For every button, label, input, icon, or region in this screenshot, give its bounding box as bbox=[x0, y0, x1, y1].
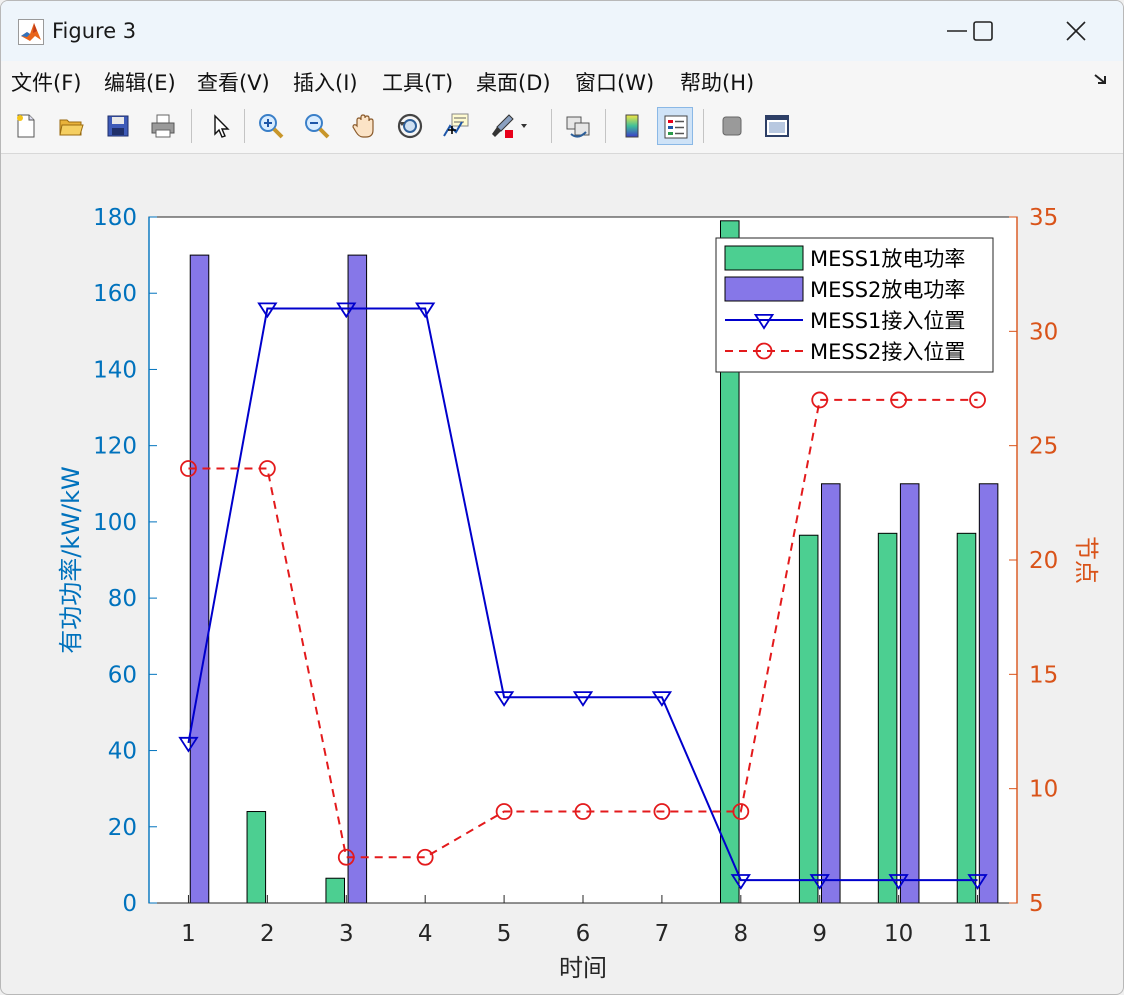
x-tick-label: 2 bbox=[260, 921, 275, 947]
legend-label: MESS1接入位置 bbox=[810, 309, 965, 333]
left-y-tick-label: 60 bbox=[108, 662, 137, 688]
bar-1 bbox=[246, 811, 267, 904]
x-tick-label: 10 bbox=[884, 921, 913, 947]
right-y-tick-label: 15 bbox=[1029, 662, 1058, 688]
x-tick-label: 1 bbox=[181, 921, 196, 947]
bar-1 bbox=[325, 877, 345, 904]
bar-2 bbox=[189, 254, 210, 904]
left-y-tick-label: 40 bbox=[108, 739, 137, 765]
right-y-tick-label: 30 bbox=[1029, 319, 1058, 345]
bar-2 bbox=[899, 483, 920, 904]
x-tick-label: 8 bbox=[733, 921, 748, 947]
right-y-tick-label: 35 bbox=[1029, 205, 1058, 231]
bar-2 bbox=[978, 483, 999, 904]
left-y-tick-label: 80 bbox=[108, 586, 137, 612]
bar-2 bbox=[821, 483, 841, 904]
figure-window: Figure 3 文件(F) 编辑(E) 查看(V) 插入(I) 工具(T) 桌… bbox=[0, 0, 1124, 995]
plot-area: 1 2 3 4 5 6 7 8 9 10 11 0 20 40 60 80 100 120 140 160 180 5 10… bbox=[57, 205, 1100, 982]
left-y-tick-label: 140 bbox=[93, 357, 137, 383]
right-y-tick-label: 25 bbox=[1029, 434, 1058, 460]
x-tick-label: 3 bbox=[339, 921, 354, 947]
legend-label: MESS1放电功率 bbox=[810, 247, 965, 271]
x-tick-label: 7 bbox=[655, 921, 670, 947]
legend[interactable]: MESS1放电功率 MESS2放电功率 MESS1接入位置 MESS2接入位置 bbox=[715, 237, 994, 373]
legend-swatch bbox=[724, 245, 804, 271]
right-y-tick-label: 10 bbox=[1029, 777, 1058, 803]
right-y-tick-label: 20 bbox=[1029, 548, 1058, 574]
left-y-tick-label: 100 bbox=[93, 510, 137, 536]
bar-1 bbox=[877, 532, 898, 904]
bar-1 bbox=[798, 534, 819, 904]
x-tick-label: 11 bbox=[963, 921, 992, 947]
x-tick-label: 5 bbox=[497, 921, 512, 947]
left-y-tick-label: 0 bbox=[122, 891, 137, 917]
x-axis-label: 时间 bbox=[559, 954, 607, 982]
legend-swatch bbox=[724, 276, 804, 302]
legend-label: MESS2放电功率 bbox=[810, 278, 965, 302]
left-y-tick-label: 180 bbox=[93, 205, 137, 231]
left-y-tick-label: 20 bbox=[108, 815, 137, 841]
left-y-tick-label: 160 bbox=[93, 281, 137, 307]
x-tick-label: 4 bbox=[418, 921, 433, 947]
bar-2 bbox=[347, 254, 368, 904]
right-y-axis-label: 节点 bbox=[1072, 536, 1100, 584]
right-y-tick-label: 5 bbox=[1029, 891, 1044, 917]
left-y-axis-label: 有功功率/kW/kW bbox=[57, 466, 85, 653]
x-tick-label: 6 bbox=[576, 921, 591, 947]
bar-1 bbox=[956, 532, 977, 904]
x-tick-label: 9 bbox=[812, 921, 827, 947]
left-y-tick-label: 120 bbox=[93, 434, 137, 460]
legend-label: MESS2接入位置 bbox=[810, 340, 965, 364]
